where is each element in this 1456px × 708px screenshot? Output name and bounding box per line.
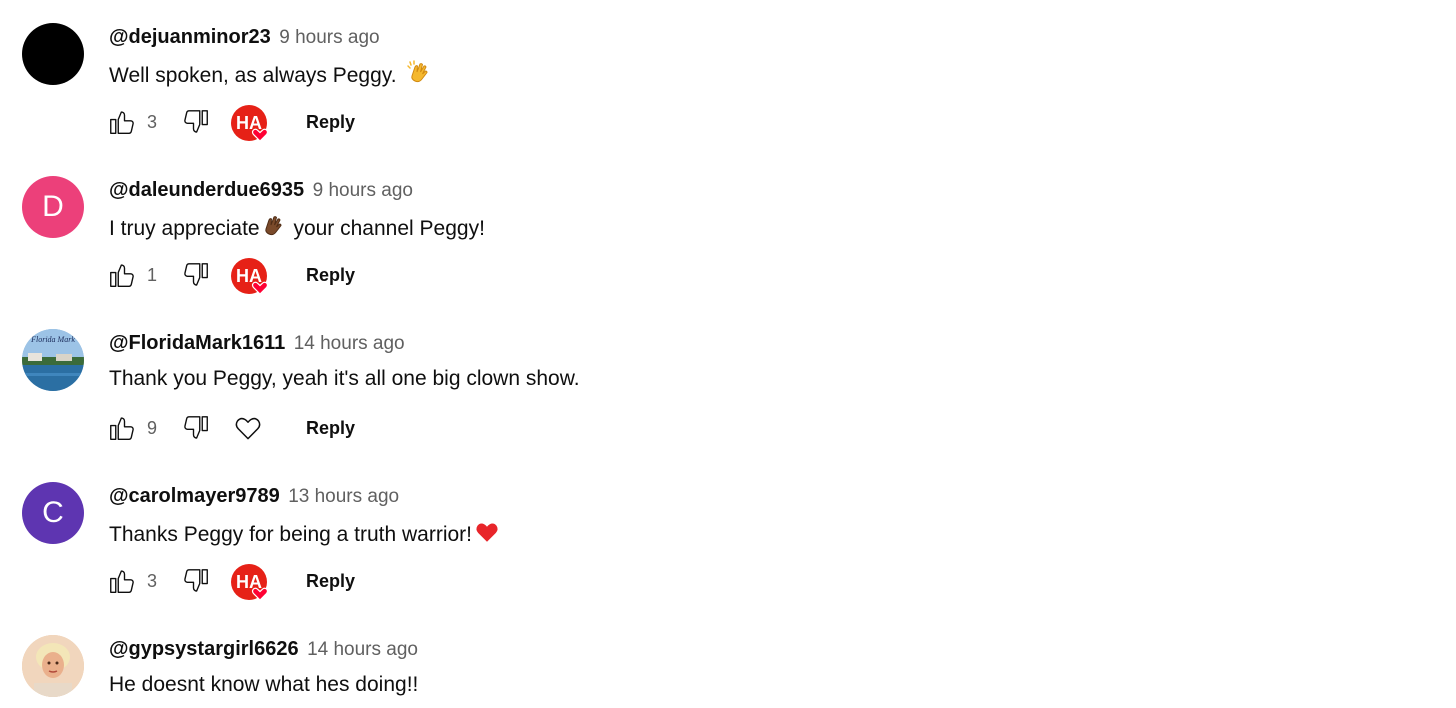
comment-header: @daleunderdue6935 9 hours ago <box>109 178 413 204</box>
thumbs-down-icon <box>184 569 208 592</box>
comment-text-content: He doesnt know what hes doing!! <box>109 673 419 696</box>
comment-toolbar: 1 HA Reply <box>106 257 406 295</box>
author-name[interactable]: @daleunderdue6935 <box>109 179 304 201</box>
comment-text: Thanks Peggy for being a truth warrior! <box>109 519 502 552</box>
thumbs-up-icon <box>110 570 134 593</box>
comment-text-content: I truy appreciate <box>109 217 260 240</box>
avatar[interactable] <box>22 635 84 697</box>
author-name[interactable]: @dejuanminor23 <box>109 26 271 48</box>
comment-thread: @dejuanminor23 9 hours ago Well spoken, … <box>0 0 1456 153</box>
thumbs-down-icon <box>184 110 208 133</box>
comment-header: @FloridaMark1611 14 hours ago <box>109 331 405 357</box>
creator-heart-badge[interactable]: HA <box>230 104 270 142</box>
avatar-letter: C <box>42 496 64 529</box>
comment-timestamp[interactable]: 13 hours ago <box>288 486 399 507</box>
like-button[interactable] <box>106 410 138 446</box>
comment-toolbar: 3 HA Reply <box>106 563 406 601</box>
like-count: 1 <box>147 265 158 285</box>
comment-text: He doesnt know what hes doing!! <box>109 672 418 698</box>
dislike-button[interactable] <box>180 257 212 293</box>
dislike-button[interactable] <box>180 410 212 446</box>
thumbs-down-icon <box>184 416 208 439</box>
author-name[interactable]: @carolmayer9789 <box>109 485 280 507</box>
comment-text-content: Thank you Peggy, yeah it's all one big c… <box>109 367 580 390</box>
thumbs-up-icon <box>110 417 134 440</box>
like-button[interactable] <box>106 257 138 293</box>
reply-button[interactable]: Reply <box>296 259 365 291</box>
comment-header: @gypsystargirl6626 14 hours ago <box>109 637 418 663</box>
comment-thread: Florida Mark @FloridaMark1611 14 hours a… <box>0 306 1456 459</box>
reply-button[interactable]: Reply <box>296 412 365 444</box>
avatar[interactable]: D <box>22 176 84 238</box>
creator-heart-badge[interactable]: HA <box>230 563 270 601</box>
creator-heart-badge[interactable]: HA <box>230 257 270 295</box>
comment-header: @carolmayer9789 13 hours ago <box>109 484 399 510</box>
comment-text: Thank you Peggy, yeah it's all one big c… <box>109 366 580 392</box>
comment-text: I truy appreciate your channel Peggy! <box>109 213 485 246</box>
comment-toolbar: 3 HA Reply <box>106 104 406 142</box>
reply-button[interactable]: Reply <box>296 106 365 138</box>
author-name[interactable]: @gypsystargirl6626 <box>109 638 299 660</box>
like-count: 9 <box>147 418 158 438</box>
avatar-letter: D <box>42 190 64 223</box>
thumbs-up-icon <box>110 111 134 134</box>
comment-header: @dejuanminor23 9 hours ago <box>109 25 380 51</box>
comment-toolbar: 9 Reply <box>106 410 406 446</box>
author-name[interactable]: @FloridaMark1611 <box>109 332 285 354</box>
comment-timestamp[interactable]: 14 hours ago <box>294 333 405 354</box>
comment-timestamp[interactable]: 9 hours ago <box>313 180 413 201</box>
comment-thread: @gypsystargirl6626 14 hours ago He doesn… <box>0 612 1456 708</box>
comment-text-content: Thanks Peggy for being a truth warrior! <box>109 523 473 546</box>
comment-text: Well spoken, as always Peggy. <box>109 60 434 93</box>
thumbs-up-icon <box>110 264 134 287</box>
reply-button[interactable]: Reply <box>296 565 365 597</box>
thumbs-down-icon <box>184 263 208 286</box>
like-count: 3 <box>147 112 158 132</box>
dislike-button[interactable] <box>180 563 212 599</box>
red-heart-emoji-icon <box>474 519 500 552</box>
avatar-caption: Florida Mark <box>30 335 75 344</box>
landscape-photo-avatar: Florida Mark <box>22 329 84 391</box>
like-button[interactable] <box>106 104 138 140</box>
heart-button[interactable] <box>232 412 264 444</box>
heart-outline-icon <box>235 417 261 440</box>
clapping-hands-dark-emoji-icon <box>260 213 286 246</box>
comment-timestamp[interactable]: 14 hours ago <box>307 639 418 660</box>
comment-timestamp[interactable]: 9 hours ago <box>279 27 379 48</box>
like-count: 3 <box>147 571 158 591</box>
comment-thread: D @daleunderdue6935 9 hours ago I truy a… <box>0 153 1456 306</box>
avatar[interactable]: Florida Mark <box>22 329 84 391</box>
comment-thread: C @carolmayer9789 13 hours ago Thanks Pe… <box>0 459 1456 612</box>
comment-text-content: Well spoken, as always Peggy. <box>109 64 397 87</box>
avatar[interactable]: C <box>22 482 84 544</box>
avatar[interactable] <box>22 23 84 85</box>
comment-text-continued: your channel Peggy! <box>293 217 485 240</box>
person-photo-avatar <box>22 635 84 697</box>
like-button[interactable] <box>106 563 138 599</box>
clapping-hands-emoji-icon <box>406 60 432 93</box>
dislike-button[interactable] <box>180 104 212 140</box>
